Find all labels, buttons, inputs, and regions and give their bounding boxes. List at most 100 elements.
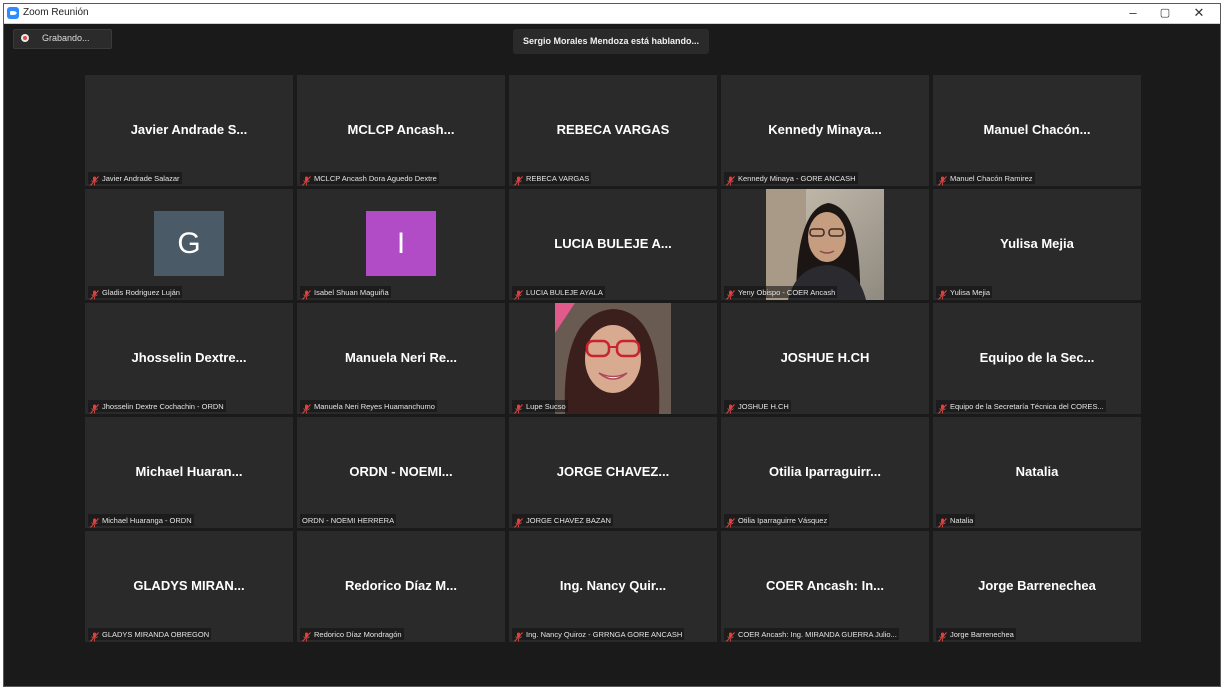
recording-label: Grabando... (42, 33, 90, 43)
participant-display-name: Equipo de la Sec... (979, 350, 1095, 365)
muted-mic-icon (938, 629, 947, 642)
participant-full-name: Lupe Sucso (526, 401, 566, 411)
participant-display-name: Ing. Nancy Quir... (559, 578, 667, 593)
participant-name-label: Natalia (936, 514, 976, 528)
participant-tile[interactable]: Redorico Díaz M... Redorico Díaz Mondragó… (297, 531, 505, 642)
participant-tile[interactable]: Natalia Natalia (933, 417, 1141, 528)
muted-mic-icon (302, 287, 311, 300)
participant-tile[interactable]: LUCIA BULEJE A... LUCIA BULEJE AYALA (509, 189, 717, 300)
minimize-button[interactable]: – (1118, 4, 1148, 23)
participant-tile[interactable]: Ing. Nancy Quir... Ing. Nancy Quiroz - GR… (509, 531, 717, 642)
participant-tile[interactable]: Yulisa Mejia Yulisa Mejia (933, 189, 1141, 300)
participant-full-name: Redorico Díaz Mondragón (314, 629, 402, 639)
participant-display-name: Yulisa Mejia (1000, 236, 1074, 251)
participant-name-label: Equipo de la Secretaría Técnica del CORE… (936, 400, 1106, 414)
participant-name-label: Redorico Díaz Mondragón (300, 628, 404, 642)
participant-display-name: Natalia (1015, 464, 1059, 479)
participant-name-label: Yeny Obispo - COER Ancash (724, 286, 838, 300)
muted-mic-icon (90, 287, 99, 300)
muted-mic-icon (302, 173, 311, 186)
participant-name-label: Javier Andrade Salazar (88, 172, 182, 186)
participant-display-name: JORGE CHAVEZ... (556, 464, 670, 479)
participant-name-label: Ing. Nancy Quiroz - GRRNGA GORE ANCASH (512, 628, 685, 642)
participant-display-name: JOSHUE H.CH (780, 350, 870, 365)
participant-tile[interactable]: MCLCP Ancash... MCLCP Ancash Dora Aguedo … (297, 75, 505, 186)
participant-tile[interactable]: Otilia Iparraguirr... Otilia Iparraguirre… (721, 417, 929, 528)
participant-name-label: JOSHUE H.CH (724, 400, 791, 414)
participant-tile[interactable]: Michael Huaran... Michael Huaranga - ORDN (85, 417, 293, 528)
participant-name-label: COER Ancash: Ing. MIRANDA GUERRA Julio..… (724, 628, 899, 642)
muted-mic-icon (938, 287, 947, 300)
zoom-app-icon (7, 7, 19, 19)
participant-tile[interactable]: Equipo de la Sec... Equipo de la Secretar… (933, 303, 1141, 414)
record-icon (21, 34, 29, 42)
participant-name-label: Kennedy Minaya - GORE ANCASH (724, 172, 858, 186)
participant-display-name: REBECA VARGAS (556, 122, 670, 137)
participant-full-name: Kennedy Minaya - GORE ANCASH (738, 173, 856, 183)
participant-full-name: Michael Huaranga - ORDN (102, 515, 192, 525)
participant-tile[interactable]: I Isabel Shuan Maguiña (297, 189, 505, 300)
muted-mic-icon (514, 515, 523, 528)
participant-avatar: G (154, 211, 224, 276)
participant-full-name: JOSHUE H.CH (738, 401, 789, 411)
muted-mic-icon (302, 401, 311, 414)
muted-mic-icon (514, 629, 523, 642)
participant-tile[interactable]: Jorge Barrenechea Jorge Barrenechea (933, 531, 1141, 642)
participant-display-name: LUCIA BULEJE A... (554, 236, 672, 251)
participant-name-label: Yulisa Mejia (936, 286, 993, 300)
participant-tile[interactable]: JORGE CHAVEZ... JORGE CHAVEZ BAZAN (509, 417, 717, 528)
participant-full-name: Jorge Barrenechea (950, 629, 1014, 639)
participant-display-name: MCLCP Ancash... (347, 122, 455, 137)
participant-tile[interactable]: Jhosselin Dextre... Jhosselin Dextre Coch… (85, 303, 293, 414)
participant-tile[interactable]: Manuel Chacón... Manuel Chacón Ramirez (933, 75, 1141, 186)
participant-full-name: LUCIA BULEJE AYALA (526, 287, 603, 297)
participant-full-name: COER Ancash: Ing. MIRANDA GUERRA Julio..… (738, 629, 897, 639)
participant-display-name: Manuela Neri Re... (345, 350, 457, 365)
active-speaker-banner: Sergio Morales Mendoza está hablando... (513, 29, 709, 54)
participant-full-name: Ing. Nancy Quiroz - GRRNGA GORE ANCASH (526, 629, 683, 639)
participant-tile[interactable]: G Gladis Rodriguez Luján (85, 189, 293, 300)
zoom-window: Zoom Reunión – ▢ ✕ Grabando... Sergio Mo… (3, 3, 1221, 687)
participant-display-name: Javier Andrade S... (130, 122, 248, 137)
muted-mic-icon (726, 287, 735, 300)
participant-avatar: I (366, 211, 436, 276)
participant-name-label: ORDN - NOEMI HERRERA (300, 514, 397, 526)
participant-tile[interactable]: Manuela Neri Re... Manuela Neri Reyes Hua… (297, 303, 505, 414)
participant-full-name: Otilia Iparraguirre Vásquez (738, 515, 828, 525)
participant-tile[interactable]: REBECA VARGAS REBECA VARGAS (509, 75, 717, 186)
window-title: Zoom Reunión (23, 7, 89, 18)
participant-full-name: Jhosselin Dextre Cochachin - ORDN (102, 401, 224, 411)
participant-tile[interactable]: Lupe Sucso (509, 303, 717, 414)
participant-name-label: GLADYS MIRANDA OBREGON (88, 628, 212, 642)
muted-mic-icon (302, 629, 311, 642)
muted-mic-icon (514, 287, 523, 300)
muted-mic-icon (726, 173, 735, 186)
participant-tile[interactable]: Yeny Obispo - COER Ancash (721, 189, 929, 300)
recording-indicator[interactable]: Grabando... (13, 29, 112, 49)
participant-tile[interactable]: JOSHUE H.CH JOSHUE H.CH (721, 303, 929, 414)
participant-display-name: GLADYS MIRAN... (133, 578, 245, 593)
participant-display-name: Jorge Barrenechea (978, 578, 1096, 593)
participant-name-label: Manuela Neri Reyes Huamanchumo (300, 400, 437, 414)
participant-display-name: COER Ancash: In... (766, 578, 884, 593)
participant-display-name: Michael Huaran... (135, 464, 243, 479)
participant-video (766, 189, 884, 300)
participant-name-label: LUCIA BULEJE AYALA (512, 286, 605, 300)
participant-full-name: Gladis Rodriguez Luján (102, 287, 180, 297)
participant-tile[interactable]: GLADYS MIRAN... GLADYS MIRANDA OBREGON (85, 531, 293, 642)
participant-gallery: Javier Andrade S... Javier Andrade Salaza… (85, 75, 1152, 642)
participant-tile[interactable]: ORDN - NOEMI... ORDN - NOEMI HERRERA (297, 417, 505, 528)
participant-full-name: ORDN - NOEMI HERRERA (302, 515, 395, 525)
participant-name-label: Jorge Barrenechea (936, 628, 1016, 642)
participant-full-name: Yeny Obispo - COER Ancash (738, 287, 836, 297)
participant-tile[interactable]: Kennedy Minaya... Kennedy Minaya - GORE A… (721, 75, 929, 186)
muted-mic-icon (90, 515, 99, 528)
participant-name-label: Lupe Sucso (512, 400, 568, 414)
participant-tile[interactable]: Javier Andrade S... Javier Andrade Salaza… (85, 75, 293, 186)
close-button[interactable]: ✕ (1184, 4, 1214, 23)
participant-tile[interactable]: COER Ancash: In... COER Ancash: Ing. MIRA… (721, 531, 929, 642)
maximize-button[interactable]: ▢ (1150, 4, 1180, 23)
muted-mic-icon (90, 629, 99, 642)
participant-display-name: Kennedy Minaya... (768, 122, 882, 137)
participant-full-name: REBECA VARGAS (526, 173, 590, 183)
